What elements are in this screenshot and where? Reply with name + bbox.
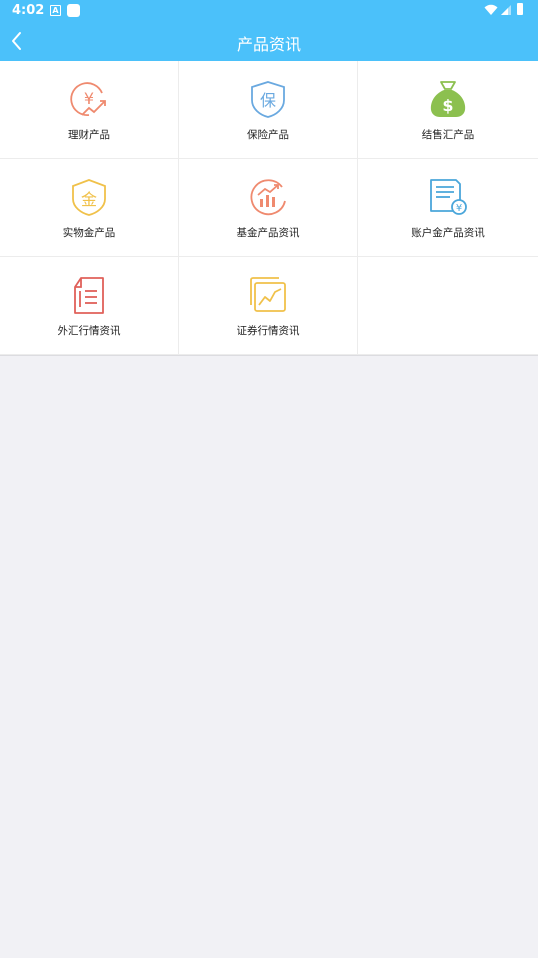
dollar-symbol: $ — [442, 96, 453, 115]
grid-item-securities-market-info[interactable]: 证券行情资讯 — [179, 257, 358, 355]
grid-item-label: 实物金产品 — [62, 227, 116, 239]
grid-empty-cell — [358, 257, 538, 355]
grid-divider — [0, 355, 538, 356]
grid-item-label: 账户金产品资讯 — [411, 227, 485, 239]
page-title: 产品资讯 — [236, 35, 301, 54]
account-document-icon: ¥ — [430, 179, 467, 215]
gold-shield-icon: 金 — [72, 179, 106, 216]
wifi-icon — [484, 4, 498, 15]
grid-item-fund-product-info[interactable]: 基金产品资讯 — [179, 159, 358, 257]
status-time: 4:02 — [12, 3, 45, 18]
app-bar: 产品资讯 — [0, 22, 538, 61]
status-bar: 4:02 A — [0, 0, 538, 22]
grid-item-insurance-products[interactable]: 保 保险产品 — [179, 61, 358, 159]
fund-chart-icon — [250, 179, 286, 216]
yuan-symbol: ¥ — [456, 203, 462, 214]
securities-chart-icon — [250, 277, 286, 312]
forex-document-icon — [74, 277, 104, 314]
grid-item-label: 结售汇产品 — [421, 129, 475, 141]
notification-a-icon: A — [50, 5, 61, 16]
notification-app-icon — [67, 4, 80, 17]
grid-item-label: 理财产品 — [68, 129, 110, 141]
product-grid: ¥ 理财产品 保 保险产品 $ 结售汇产品 金 实物金产品 基金产品资讯 ¥ 账… — [0, 61, 538, 355]
grid-item-forex-market-info[interactable]: 外汇行情资讯 — [0, 257, 179, 355]
battery-icon — [517, 3, 523, 15]
jin-symbol: 金 — [81, 190, 97, 209]
grid-item-label: 基金产品资讯 — [236, 227, 300, 239]
money-bag-icon: $ — [430, 81, 466, 117]
grid-item-label: 保险产品 — [247, 129, 289, 141]
bao-symbol: 保 — [260, 91, 276, 110]
grid-item-label: 外汇行情资讯 — [57, 325, 121, 337]
insurance-shield-icon: 保 — [251, 81, 285, 118]
signal-icon — [501, 5, 511, 15]
yuan-growth-icon: ¥ — [70, 82, 106, 116]
grid-item-label: 证券行情资讯 — [236, 325, 300, 337]
yuan-symbol: ¥ — [84, 89, 94, 108]
grid-item-account-gold-info[interactable]: ¥ 账户金产品资讯 — [358, 159, 538, 257]
grid-item-wealth-products[interactable]: ¥ 理财产品 — [0, 61, 179, 159]
grid-item-forex-settlement-products[interactable]: $ 结售汇产品 — [358, 61, 538, 159]
grid-item-physical-gold-products[interactable]: 金 实物金产品 — [0, 159, 179, 257]
